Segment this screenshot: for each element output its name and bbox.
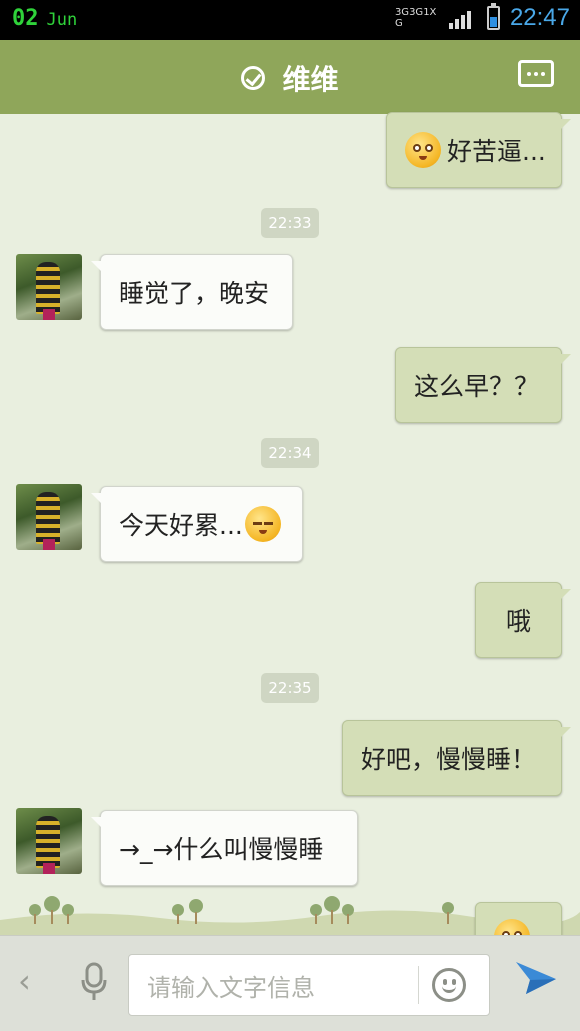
check-circle-icon — [241, 66, 266, 90]
contact-avatar[interactable] — [16, 254, 82, 320]
message-text: 睡觉了，晚安 — [119, 279, 270, 308]
send-icon[interactable] — [514, 958, 558, 1000]
more-icon[interactable] — [518, 60, 554, 87]
network-type: G — [394, 18, 403, 29]
message-bubble-outgoing[interactable]: 哦 — [475, 582, 571, 658]
signal-icon — [448, 7, 473, 29]
message-timestamp: 22:34 — [261, 438, 319, 468]
status-date: 02 Jun — [12, 6, 77, 31]
pleading-emoji-icon — [494, 919, 530, 935]
contact-avatar[interactable] — [16, 808, 82, 874]
title-wrap: 维维 — [0, 58, 580, 98]
message-text: 哦 — [505, 607, 531, 636]
message-bubble-incoming[interactable]: →_→什么叫慢慢睡 — [91, 810, 358, 886]
chat-header: 维维 — [0, 40, 580, 114]
microphone-icon[interactable] — [80, 962, 108, 1002]
message-text: 好吧，慢慢睡！ — [361, 745, 537, 774]
message-text: 这么早？？ — [414, 372, 540, 401]
contact-avatar[interactable] — [16, 484, 82, 550]
input-divider — [418, 966, 419, 1004]
message-timestamp: 22:35 — [261, 673, 319, 703]
status-bar: 02 Jun 3G3G1X G 22:47 — [0, 0, 580, 40]
network-type: 3G — [394, 7, 410, 18]
message-bubble-outgoing[interactable]: 好吧，慢慢睡！ — [342, 720, 571, 796]
network-type: 1X — [423, 7, 437, 18]
status-month: Jun — [46, 10, 78, 30]
chevron-left-icon[interactable]: ‹ — [18, 962, 31, 1000]
message-text: →_→什么叫慢慢睡 — [119, 835, 324, 864]
message-bubble-incoming[interactable]: 今天好累... — [91, 486, 303, 562]
status-day: 02 — [12, 6, 39, 31]
emoji-picker-icon[interactable] — [432, 968, 466, 1002]
message-bubble-outgoing[interactable] — [475, 902, 562, 936]
status-time: 22:47 — [509, 4, 570, 31]
message-text: 今天好累... — [119, 511, 243, 540]
battery-icon — [486, 3, 500, 30]
message-input-placeholder: 请输入文字信息 — [147, 973, 315, 1002]
message-timestamp: 22:33 — [261, 208, 319, 238]
pleading-emoji-icon — [405, 132, 441, 168]
contact-name[interactable]: 维维 — [283, 63, 339, 96]
message-bubble-outgoing[interactable]: 这么早？？ — [395, 347, 571, 423]
input-bar: ‹ 请输入文字信息 — [0, 935, 580, 1031]
message-bubble-incoming[interactable]: 睡觉了，晚安 — [91, 254, 293, 330]
status-icons: 3G3G1X G 22:47 — [395, 3, 570, 32]
network-type: 3G — [409, 7, 424, 18]
network-indicator: 3G3G1X G — [395, 7, 449, 29]
message-bubble-outgoing[interactable]: 好苦逼... — [386, 112, 571, 188]
message-text: 好苦逼... — [447, 137, 546, 166]
sleepy-emoji-icon — [244, 506, 281, 542]
